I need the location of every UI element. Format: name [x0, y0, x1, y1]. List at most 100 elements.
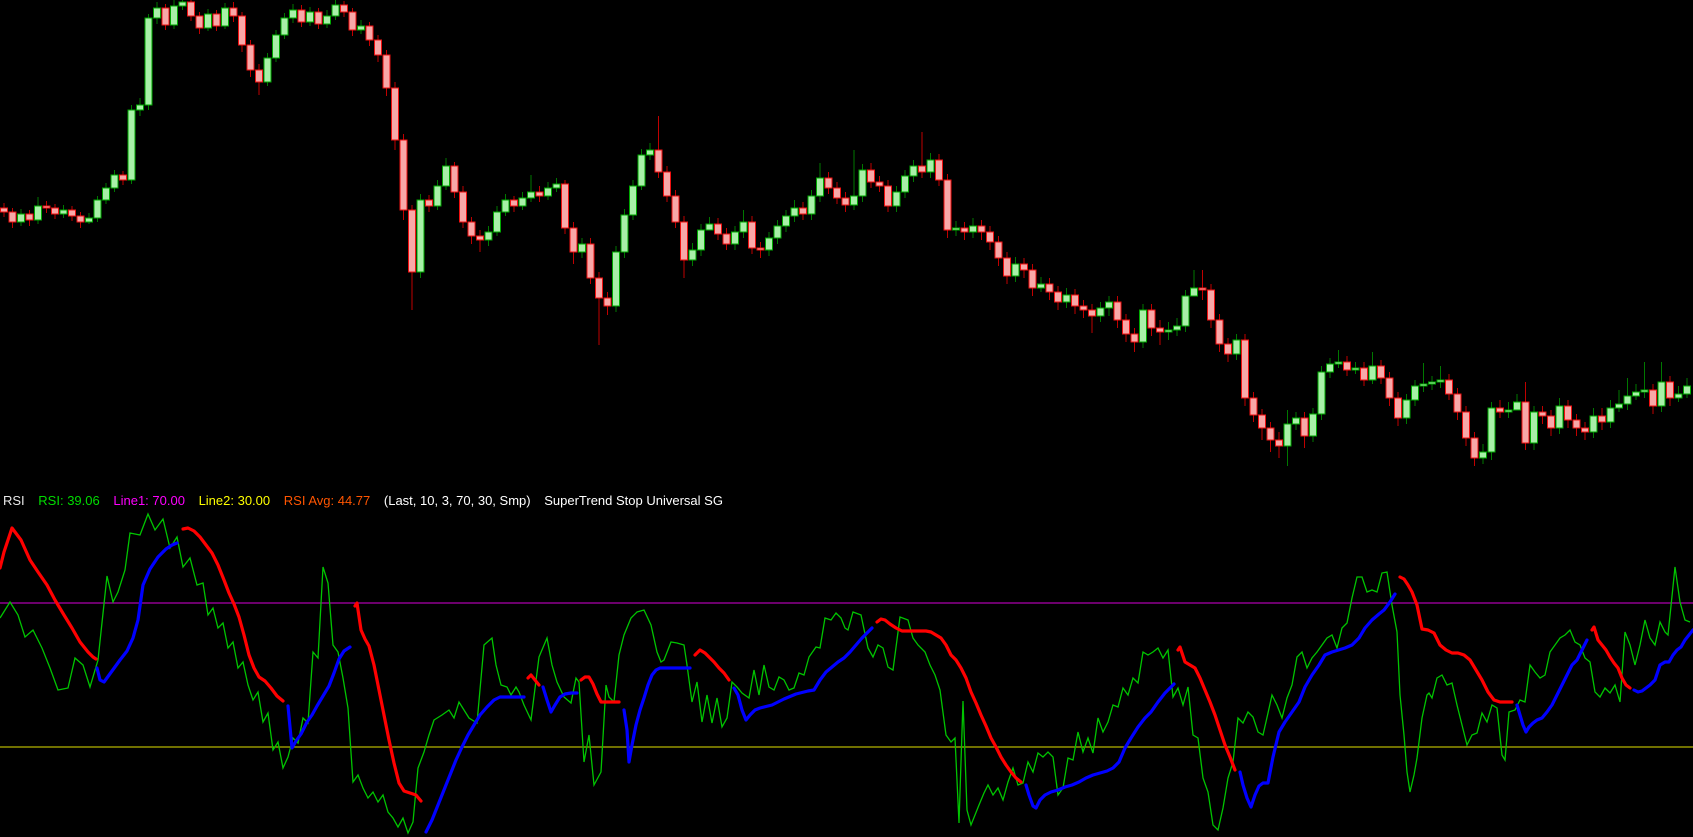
candle: [1343, 361, 1351, 371]
candle: [773, 225, 782, 239]
candle: [569, 227, 578, 253]
candle: [1045, 283, 1054, 293]
candle: [442, 165, 450, 187]
candle: [1436, 379, 1445, 383]
candle: [748, 221, 756, 249]
candle: [909, 165, 918, 177]
supertrend-segment-up: [424, 695, 526, 834]
candle: [161, 7, 170, 26]
candle: [314, 11, 323, 25]
candle: [935, 159, 943, 181]
candle: [663, 171, 671, 197]
candle: [501, 199, 510, 213]
candle: [1173, 325, 1181, 331]
chart-canvas[interactable]: [0, 0, 1693, 837]
indicator-value-line2: Line2: 30.00: [198, 493, 271, 508]
candle: [221, 7, 229, 27]
candle: [1130, 333, 1139, 343]
candle: [1071, 294, 1079, 307]
candle: [1368, 365, 1377, 381]
candle: [391, 87, 399, 141]
supertrend-segment-down: [875, 617, 1023, 784]
supertrend-segment-up: [1024, 682, 1176, 810]
candle: [1037, 283, 1045, 289]
candle: [476, 235, 484, 241]
candle: [705, 223, 714, 231]
candle: [1504, 409, 1513, 413]
candle: [85, 217, 93, 223]
candle: [289, 9, 297, 19]
candle: [1462, 411, 1470, 439]
candle: [994, 241, 1003, 259]
candle: [952, 227, 960, 231]
candle: [1011, 263, 1020, 277]
supertrend-segment-down: [693, 648, 731, 682]
candle: [1615, 403, 1623, 409]
candle: [93, 199, 102, 219]
candle: [34, 205, 42, 221]
candle: [433, 185, 442, 207]
supertrend-segment-down: [181, 526, 285, 703]
candle: [1572, 419, 1581, 429]
candle: [918, 165, 926, 173]
candle: [595, 277, 603, 299]
candle: [1589, 415, 1598, 433]
candle: [340, 4, 348, 13]
candle: [229, 7, 238, 17]
candle: [1164, 329, 1173, 333]
candle: [561, 183, 569, 229]
supertrend-segment-up: [95, 541, 179, 684]
candle: [824, 177, 833, 189]
supertrend-segment-down: [526, 673, 541, 687]
candle: [680, 221, 688, 261]
candle: [1419, 383, 1428, 387]
candle: [1683, 385, 1691, 395]
candle: [127, 109, 136, 181]
indicator-params: (Last, 10, 3, 70, 30, Smp): [383, 493, 531, 508]
candle: [306, 11, 314, 23]
candle: [1453, 393, 1462, 413]
candle: [331, 4, 340, 17]
candle: [646, 149, 654, 156]
candle: [1198, 287, 1207, 291]
candle: [493, 211, 501, 233]
candle: [1292, 417, 1300, 425]
supertrend-segment-up: [1632, 628, 1693, 694]
candle: [1326, 363, 1334, 373]
supertrend-segment-down: [353, 601, 423, 803]
supertrend-segment-down: [0, 526, 98, 661]
candle: [1062, 294, 1071, 303]
candle: [756, 247, 765, 251]
candle: [102, 187, 110, 201]
candle: [51, 207, 59, 215]
candle: [416, 199, 425, 273]
candle: [1266, 427, 1275, 441]
candle: [459, 191, 467, 223]
candle: [1385, 377, 1394, 399]
indicator-value-line1: Line1: 70.00: [113, 493, 185, 508]
candle: [1555, 405, 1564, 429]
candle: [1096, 307, 1105, 317]
candle: [629, 185, 637, 216]
candle: [1470, 437, 1479, 459]
candle: [1309, 413, 1317, 437]
candle: [654, 149, 663, 173]
candle: [365, 25, 374, 41]
candle: [17, 213, 25, 223]
candle: [739, 221, 748, 233]
candle: [297, 9, 306, 23]
supertrend-segment-down: [1176, 645, 1237, 772]
candle: [1088, 309, 1096, 317]
candle: [1360, 367, 1368, 381]
supertrend-segment-up: [286, 645, 352, 750]
candle: [1581, 427, 1589, 433]
candle: [204, 13, 212, 29]
candle: [1623, 395, 1632, 405]
candle: [731, 231, 739, 245]
candle: [382, 54, 391, 89]
supertrend-segment-up: [622, 666, 692, 764]
candle: [1657, 381, 1666, 407]
candle: [119, 174, 127, 181]
candle: [765, 237, 773, 251]
candle: [1207, 289, 1215, 321]
